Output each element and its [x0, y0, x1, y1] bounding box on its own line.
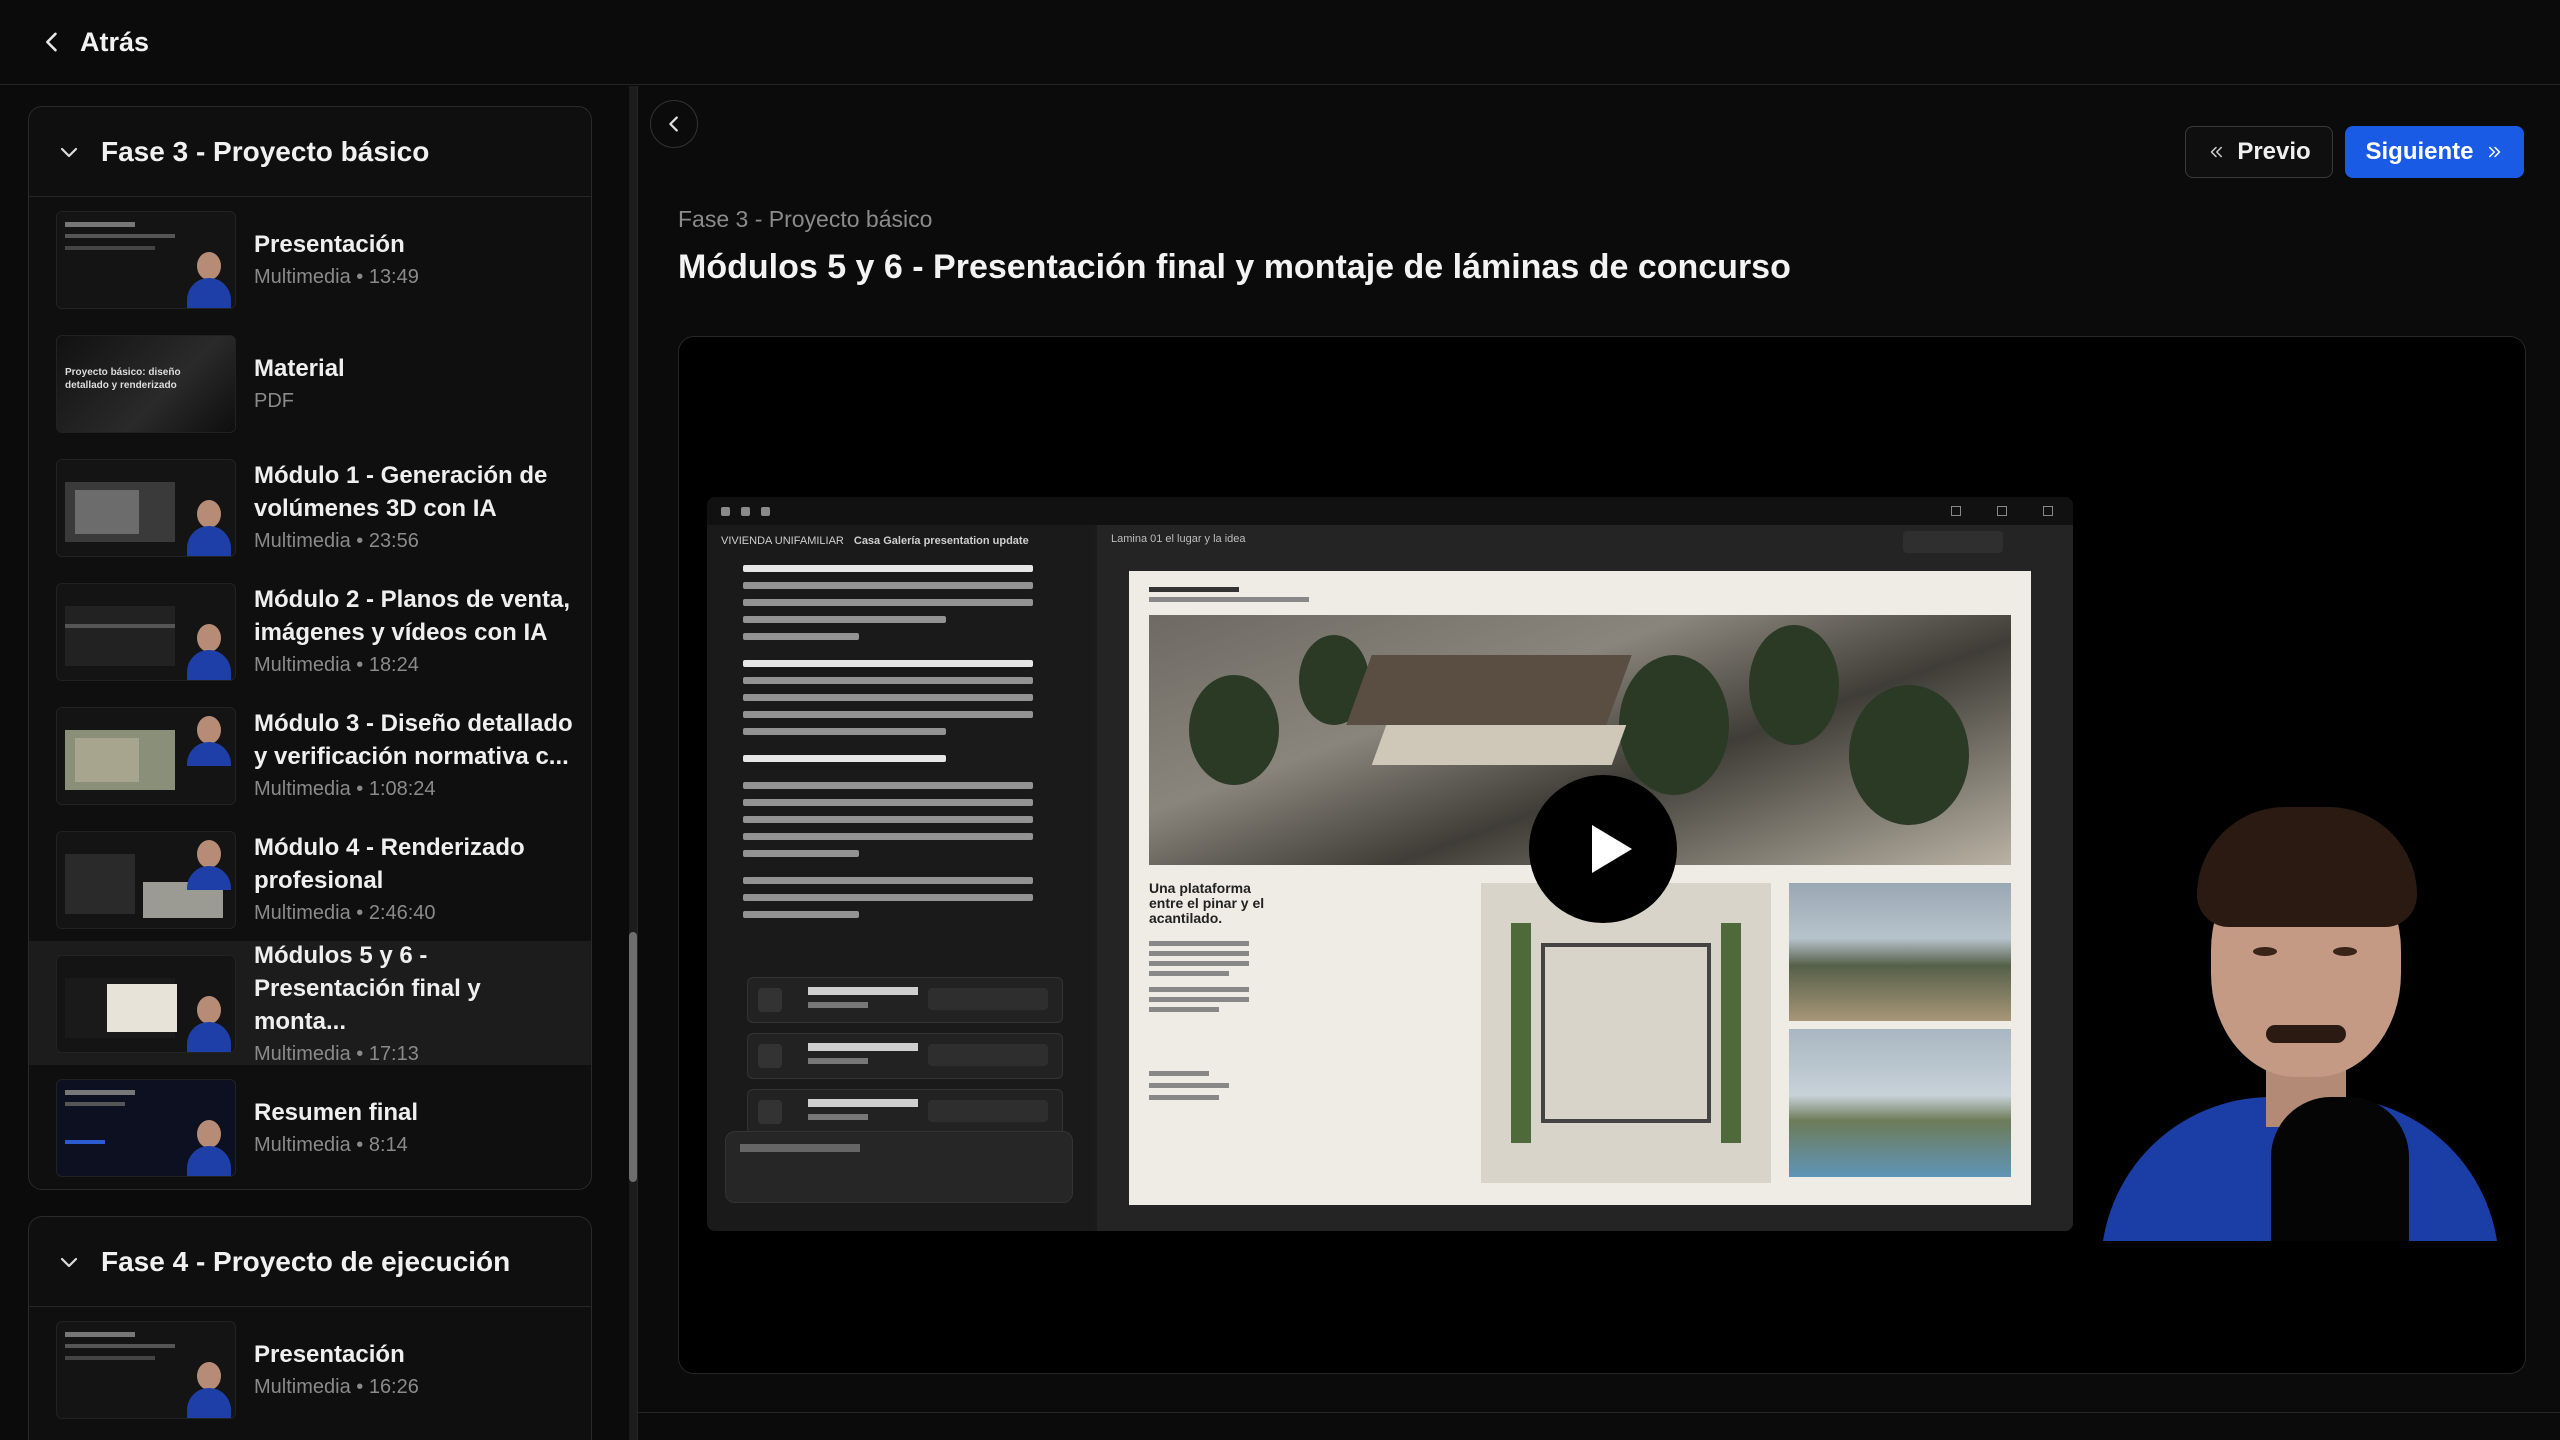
collapse-sidebar-button[interactable]: [650, 100, 698, 148]
screenshot-window-bar: [707, 497, 2073, 525]
thumbnail-caption: Proyecto básico: diseño detallado y rend…: [65, 367, 181, 391]
lesson-item-active[interactable]: Módulos 5 y 6 - Presentación final y mon…: [29, 941, 591, 1065]
lesson-title: Módulo 3 - Diseño detallado y verificaci…: [254, 710, 573, 770]
bottom-divider: [638, 1412, 2560, 1413]
breadcrumb: Fase 3 - Proyecto básico: [678, 206, 933, 232]
chat-header-sub: Casa Galería presentation update: [853, 535, 1029, 547]
lesson-meta: Multimedia • 13:49: [254, 265, 419, 288]
doc-header: Lamina 01 el lugar y la idea: [1111, 533, 1246, 545]
lesson-sidebar: Fase 3 - Proyecto básico Presentación Mul…: [0, 86, 628, 1440]
lesson-title: Módulo 2 - Planos de venta, imágenes y v…: [254, 586, 571, 646]
lesson-title: Material: [254, 354, 345, 382]
next-button[interactable]: Siguiente: [2345, 126, 2524, 178]
sidebar-scrollbar-track[interactable]: [629, 86, 637, 1440]
screenshot-chat-panel: VIVIENDA UNIFAMILIAR Casa Galería present…: [707, 525, 1093, 1231]
play-icon: [1592, 825, 1632, 873]
lesson-thumbnail: Proyecto básico: diseño detallado y rend…: [56, 335, 236, 433]
top-bar: Atrás: [0, 0, 2560, 85]
lesson-title: Módulo 4 - Renderizado profesional: [254, 834, 525, 894]
video-player[interactable]: VIVIENDA UNIFAMILIAR Casa Galería present…: [678, 336, 2526, 1374]
lesson-title: Módulo 1 - Generación de volúmenes 3D co…: [254, 462, 548, 522]
chevron-left-icon: [669, 116, 678, 132]
lesson-item[interactable]: Módulo 1 - Generación de volúmenes 3D co…: [29, 445, 591, 569]
lesson-title: Presentación: [254, 1340, 405, 1368]
section-header[interactable]: Fase 4 - Proyecto de ejecución: [29, 1217, 591, 1307]
lesson-thumbnail: [56, 459, 236, 557]
lesson-thumbnail: [56, 955, 236, 1053]
double-chevron-right-icon: [2488, 146, 2500, 158]
lesson-meta: Multimedia • 23:56: [254, 530, 419, 552]
section-title: Fase 3 - Proyecto básico: [101, 135, 430, 167]
chat-header: VIVIENDA UNIFAMILIAR: [721, 535, 844, 547]
lesson-title: Presentación: [254, 230, 405, 258]
lesson-title: Resumen final: [254, 1098, 419, 1126]
sheet-heading: Una plataforma entre el pinar y el acant…: [1149, 880, 1265, 926]
lesson-meta: Multimedia • 2:46:40: [254, 902, 436, 924]
section-header[interactable]: Fase 3 - Proyecto básico: [29, 107, 591, 197]
chevron-down-icon: [60, 147, 78, 157]
section-fase-3: Fase 3 - Proyecto básico Presentación Mul…: [28, 106, 592, 1190]
back-label: Atrás: [80, 26, 150, 57]
double-chevron-left-icon: [2211, 146, 2223, 158]
lesson-meta: Multimedia • 16:26: [254, 1375, 419, 1398]
microphone: [2271, 1097, 2409, 1241]
play-button[interactable]: [1529, 775, 1677, 923]
lesson-item[interactable]: Presentación Multimedia • 16:26: [29, 1307, 591, 1431]
page-title: Módulos 5 y 6 - Presentación final y mon…: [678, 248, 1791, 286]
lesson-item[interactable]: Proyecto básico: diseño detallado y rend…: [29, 321, 591, 445]
previous-button[interactable]: Previo: [2185, 126, 2333, 178]
lesson-thumbnail: [56, 583, 236, 681]
lesson-title: Módulos 5 y 6 - Presentación final y mon…: [254, 941, 481, 1035]
chevron-left-icon: [46, 32, 57, 52]
lesson-item[interactable]: Presentación Multimedia • 13:49: [29, 197, 591, 321]
chevron-down-icon: [60, 1257, 78, 1267]
lesson-meta: Multimedia • 18:24: [254, 654, 419, 676]
lesson-thumbnail: [56, 707, 236, 805]
lesson-item[interactable]: Módulo 2 - Planos de venta, imágenes y v…: [29, 569, 591, 693]
presenter-webcam: [2101, 807, 2499, 1241]
lesson-meta: Multimedia • 1:08:24: [254, 778, 436, 800]
previous-label: Previo: [2237, 138, 2311, 165]
lesson-thumbnail: [56, 211, 236, 309]
section-title: Fase 4 - Proyecto de ejecución: [101, 1245, 511, 1277]
sidebar-scrollbar-thumb[interactable]: [629, 932, 637, 1182]
lesson-item[interactable]: Módulo 3 - Diseño detallado y verificaci…: [29, 693, 591, 817]
video-frame-screenshot: VIVIENDA UNIFAMILIAR Casa Galería present…: [707, 497, 2073, 1231]
main-content: Previo Siguiente Fase 3 - Proyecto básic…: [638, 86, 2560, 1440]
lesson-thumbnail: [56, 1079, 236, 1177]
next-label: Siguiente: [2365, 138, 2474, 165]
back-button[interactable]: Atrás: [38, 27, 149, 58]
lesson-meta: PDF: [254, 389, 294, 412]
lesson-meta: Multimedia • 17:13: [254, 1042, 419, 1065]
lesson-item[interactable]: Resumen final Multimedia • 8:14: [29, 1065, 591, 1189]
lesson-meta: Multimedia • 8:14: [254, 1133, 408, 1156]
section-fase-4: Fase 4 - Proyecto de ejecución Presentac…: [28, 1216, 592, 1440]
lesson-thumbnail: [56, 831, 236, 929]
lesson-thumbnail: [56, 1321, 236, 1419]
lesson-item[interactable]: Módulo 4 - Renderizado profesional Multim…: [29, 817, 591, 941]
